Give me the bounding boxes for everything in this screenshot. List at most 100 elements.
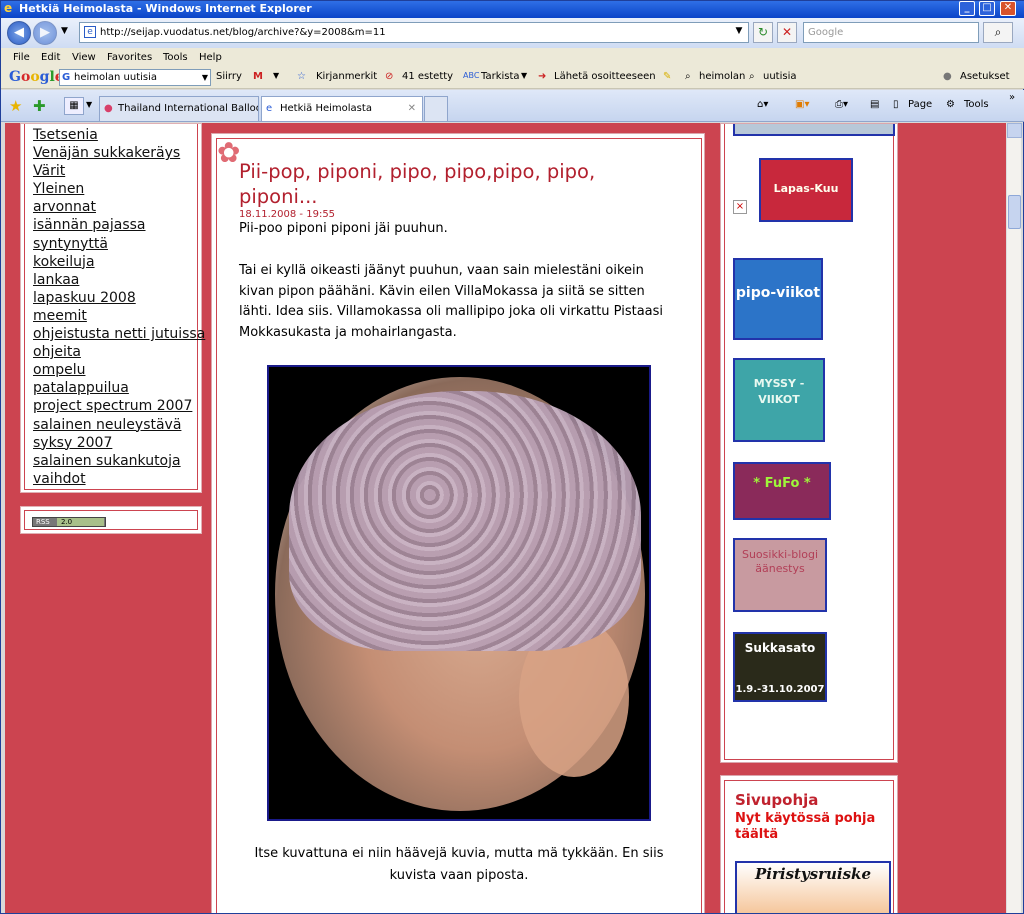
category-link[interactable]: vaihdot xyxy=(33,470,205,488)
address-bar: ◀ ▶ ▼ e http://seijap.vuodatus.net/blog/… xyxy=(1,18,1024,48)
post-caption: Itse kuvattuna ei niin häävejä kuvia, mu… xyxy=(254,846,664,883)
tab-bar: ★ ✚ ▦ ▼ ● Thailand International Balloo.… xyxy=(1,90,1024,122)
category-link[interactable]: salainen sukankutoja xyxy=(33,452,205,470)
back-button[interactable]: ◀ xyxy=(7,21,31,45)
tab-hetkia[interactable]: e Hetkiä Heimolasta ✕ xyxy=(261,96,423,121)
category-link[interactable]: lapaskuu 2008 xyxy=(33,289,205,307)
ie-tab-icon: e xyxy=(266,103,273,114)
tab-thailand[interactable]: ● Thailand International Balloo... xyxy=(99,96,259,121)
favorites-star-icon[interactable]: ★ xyxy=(9,97,22,115)
post-title[interactable]: Pii-pop, piponi, pipo, pipo,pipo, pipo, … xyxy=(239,159,679,209)
url-text: http://seijap.vuodatus.net/blog/archive?… xyxy=(100,27,386,38)
settings-gear-icon: ● xyxy=(943,71,952,82)
new-tab-button[interactable] xyxy=(424,96,448,121)
close-button[interactable]: ✕ xyxy=(1000,1,1016,16)
search-icon[interactable]: ⌕ xyxy=(983,22,1013,43)
badge-top-cropped[interactable] xyxy=(733,124,895,136)
scroll-thumb[interactable] xyxy=(1008,195,1021,229)
maximize-button[interactable]: □ xyxy=(979,1,995,16)
category-link[interactable]: Venäjän sukkakeräys xyxy=(33,144,205,162)
blocked-count[interactable]: 41 estetty xyxy=(402,71,453,82)
browser-window: e Hetkiä Heimolasta - Windows Internet E… xyxy=(0,0,1024,914)
bookmarks-button[interactable]: Kirjanmerkit xyxy=(316,71,377,82)
badge-fufo[interactable]: * FuFo * xyxy=(733,462,831,520)
check-dropdown-icon[interactable]: ▼ xyxy=(521,71,527,80)
search-input[interactable]: Google xyxy=(803,22,979,43)
refresh-icon[interactable]: ↻ xyxy=(753,22,773,43)
category-link[interactable]: lankaa xyxy=(33,271,205,289)
category-link[interactable]: kokeiluja xyxy=(33,253,205,271)
sukkasato-title: Sukkasato xyxy=(744,641,816,655)
go-button[interactable]: Siirry xyxy=(216,71,242,82)
menu-view[interactable]: View xyxy=(72,52,96,63)
history-dropdown-icon[interactable]: ▼ xyxy=(61,26,68,36)
page-menu[interactable]: Page xyxy=(908,99,932,110)
url-dropdown-icon[interactable]: ▼ xyxy=(731,22,747,43)
url-input[interactable]: e http://seijap.vuodatus.net/blog/archiv… xyxy=(79,22,749,43)
menu-help[interactable]: Help xyxy=(199,52,222,63)
settings-button[interactable]: Asetukset xyxy=(960,71,1010,82)
badge-suosikkiblogi[interactable]: Suosikki-blogi äänestys xyxy=(733,538,827,612)
quick-tabs-icon[interactable]: ▦ xyxy=(64,97,84,115)
research-icon[interactable]: ▤ xyxy=(870,99,879,110)
send-icon: ➜ xyxy=(538,71,547,82)
menu-tools[interactable]: Tools xyxy=(163,52,188,63)
category-link[interactable]: project spectrum 2007 xyxy=(33,397,205,415)
stop-icon[interactable]: ✕ xyxy=(777,22,797,43)
home-icon[interactable]: ⌂▾ xyxy=(757,99,768,110)
category-link[interactable]: ompelu xyxy=(33,361,205,379)
piristysruiske-banner[interactable]: Piristysruiske xyxy=(735,861,891,913)
scroll-up-icon[interactable] xyxy=(1007,123,1022,138)
category-link[interactable]: ohjeita xyxy=(33,343,205,361)
gmail-dropdown-icon[interactable]: ▼ xyxy=(273,71,279,80)
category-link[interactable]: arvonnat xyxy=(33,198,205,216)
badge-lapaskuu[interactable]: Lapas-Kuu xyxy=(759,158,853,222)
tools-gear-icon: ⚙ xyxy=(946,99,955,110)
forward-button[interactable]: ▶ xyxy=(33,21,57,45)
category-link[interactable]: ohjeistusta netti jutuissa xyxy=(33,325,205,343)
menu-edit[interactable]: Edit xyxy=(41,52,60,63)
category-link[interactable]: Yleinen xyxy=(33,180,205,198)
word-search-icon-2: ⌕ xyxy=(749,71,755,82)
tab-label: Hetkiä Heimolasta xyxy=(280,103,372,114)
check-button[interactable]: Tarkista xyxy=(481,71,520,82)
tab-list-dropdown-icon[interactable]: ▼ xyxy=(86,100,92,109)
rss-version: 2.0 xyxy=(57,518,104,526)
category-link[interactable]: Tsetsenia xyxy=(33,126,205,144)
category-link[interactable]: isännän pajassa xyxy=(33,216,205,234)
category-link[interactable]: Värit xyxy=(33,162,205,180)
close-tab-icon[interactable]: ✕ xyxy=(408,97,416,120)
minimize-button[interactable]: _ xyxy=(959,1,975,16)
window-title: Hetkiä Heimolasta - Windows Internet Exp… xyxy=(19,2,312,15)
gmail-icon[interactable]: M xyxy=(253,71,263,82)
highlighter-icon[interactable]: ✎ xyxy=(663,71,671,82)
post-photo[interactable] xyxy=(267,365,651,821)
blog-post: ✿ Pii-pop, piponi, pipo, pipo,pipo, pipo… xyxy=(211,133,705,913)
badge-sukkasato[interactable]: Sukkasato 1.9.-31.10.2007 xyxy=(733,632,827,702)
feeds-icon[interactable]: ▣▾ xyxy=(795,99,809,110)
print-icon[interactable]: ⎙▾ xyxy=(835,99,848,110)
chevron-more-icon[interactable]: » xyxy=(1009,92,1015,103)
category-link[interactable]: salainen neuleystävä xyxy=(33,416,205,434)
category-link[interactable]: syksy 2007 xyxy=(33,434,205,452)
menu-favorites[interactable]: Favorites xyxy=(107,52,152,63)
category-link[interactable]: meemit xyxy=(33,307,205,325)
add-favorite-icon[interactable]: ✚ xyxy=(33,97,46,115)
send-to-button[interactable]: Lähetä osoitteeseen xyxy=(554,71,656,82)
category-list: Tsetsenia Venäjän sukkakeräys Värit Yleinen… xyxy=(33,126,205,488)
word-button-uutisia[interactable]: uutisia xyxy=(763,71,797,82)
tools-menu[interactable]: Tools xyxy=(964,99,989,110)
rss-badge[interactable]: RSS 2.0 xyxy=(32,517,106,527)
chevron-down-icon[interactable]: ▼ xyxy=(202,70,208,85)
word-button-heimolan[interactable]: heimolan xyxy=(699,71,745,82)
vertical-scrollbar[interactable] xyxy=(1006,123,1022,913)
flower-icon: ✿ xyxy=(217,136,241,169)
google-g-icon: G xyxy=(62,72,71,83)
sivupohja-link[interactable]: Nyt käytössä pohja täältä xyxy=(735,811,885,843)
category-link[interactable]: patalappuilua xyxy=(33,379,205,397)
menu-file[interactable]: File xyxy=(13,52,30,63)
google-search-field[interactable]: G heimolan uutisia ▼ xyxy=(59,69,211,86)
badge-myssy-viikot[interactable]: MYSSY - VIIKOT xyxy=(733,358,825,442)
category-link[interactable]: syntynyttä xyxy=(33,235,205,253)
badge-pipo-viikot[interactable]: pipo-viikot xyxy=(733,258,823,340)
